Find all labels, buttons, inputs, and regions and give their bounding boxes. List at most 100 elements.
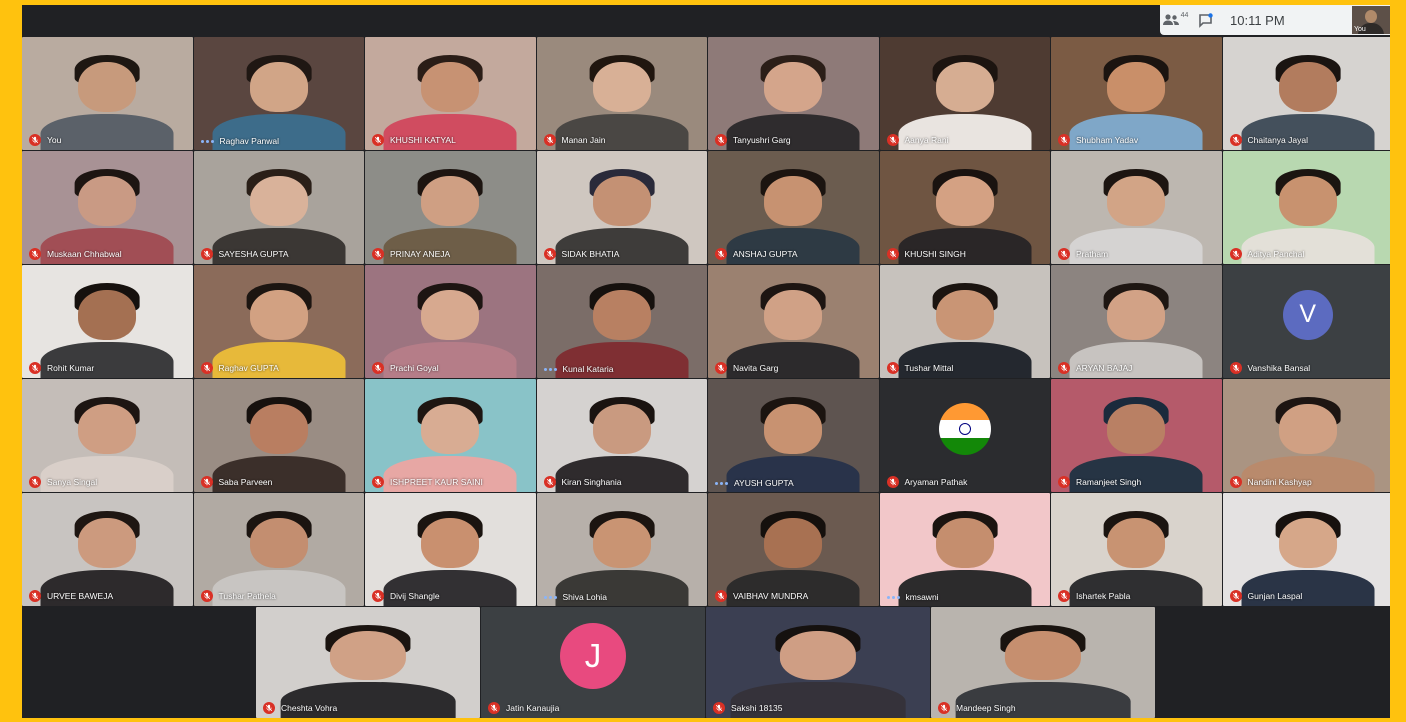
mic-off-icon — [715, 248, 727, 260]
participant-tile[interactable]: VAIBHAV MUNDRA — [708, 493, 879, 606]
mic-off-icon — [1058, 362, 1070, 374]
mic-off-icon — [938, 702, 950, 714]
participant-name: Nandini Kashyap — [1247, 477, 1312, 487]
mic-off-icon — [200, 476, 213, 488]
participant-tile[interactable]: Raghav GUPTA — [193, 265, 364, 378]
audio-level-icon — [543, 595, 557, 599]
participant-tile[interactable]: PRINAY ANEJA — [365, 151, 536, 264]
participant-name-row: Aditya Panchal — [1229, 248, 1305, 260]
participant-tile[interactable]: Nandini Kashyap — [1222, 379, 1390, 492]
participant-tile[interactable]: Aryaman Pathak — [879, 379, 1050, 492]
mic-off-icon — [1058, 248, 1070, 260]
participant-name: Vanshika Bansal — [1247, 363, 1311, 373]
mic-off-icon — [488, 702, 500, 714]
participant-tile[interactable]: Divij Shangle — [365, 493, 536, 606]
participant-name: KHUSHI KATYAL — [390, 135, 456, 145]
mic-off-icon — [29, 590, 41, 602]
participant-name: Manan Jain — [561, 135, 606, 145]
participant-tile[interactable]: ANSHAJ GUPTA — [708, 151, 879, 264]
participant-tile[interactable]: URVEE BAWEJA — [22, 493, 193, 606]
participant-tile[interactable]: Tanyushri Garg — [708, 37, 879, 150]
participant-tile[interactable]: Kunal Kataria — [536, 265, 707, 378]
participant-tile[interactable]: KHUSHI KATYAL — [365, 37, 536, 150]
participant-tile[interactable]: Ramanjeet Singh — [1051, 379, 1222, 492]
participant-name-row: AYUSH GUPTA — [715, 478, 794, 488]
mic-off-icon — [1229, 134, 1242, 146]
participants-button[interactable]: 44 — [1160, 5, 1190, 35]
participant-name-row: Ramanjeet Singh — [1058, 476, 1141, 488]
participant-name: Sakshi 18135 — [731, 703, 783, 713]
participant-name-row: Mandeep Singh — [938, 702, 1016, 714]
participant-name: Gunjan Laspal — [1247, 591, 1303, 601]
mic-off-icon — [372, 134, 384, 146]
participant-tile[interactable]: ARYAN BAJAJ — [1051, 265, 1222, 378]
mic-off-icon — [1058, 476, 1070, 488]
participant-tile[interactable]: You — [22, 37, 193, 150]
participant-tile[interactable]: Mandeep Singh — [931, 607, 1155, 718]
participant-tile[interactable]: Gunjan Laspal — [1222, 493, 1390, 606]
participant-tile[interactable]: Aanya Rani — [879, 37, 1050, 150]
participant-name: ANSHAJ GUPTA — [733, 249, 798, 259]
mic-off-icon — [29, 248, 41, 260]
participant-name: Tanyushri Garg — [733, 135, 791, 145]
participant-tile[interactable]: Aditya Panchal — [1222, 151, 1390, 264]
participant-name: Cheshta Vohra — [281, 703, 338, 713]
participant-name-row: Shiva Lohia — [543, 592, 607, 602]
participant-name: kmsawni — [905, 592, 939, 602]
mic-off-icon — [543, 134, 556, 146]
self-view-label: You — [1354, 26, 1366, 33]
participant-name-row: Tushar Pathela — [200, 590, 276, 602]
participant-name-row: Raghav GUPTA — [200, 362, 279, 374]
participant-tile[interactable]: J Jatin Kanaujia — [481, 607, 705, 718]
participant-name-row: Kunal Kataria — [543, 364, 614, 374]
participant-tile[interactable]: ISHPREET KAUR SAINI — [365, 379, 536, 492]
chat-icon — [1198, 12, 1213, 28]
participant-tile[interactable]: Prachi Goyal — [365, 265, 536, 378]
participant-tile[interactable]: Cheshta Vohra — [256, 607, 480, 718]
participant-name: Aditya Panchal — [1247, 249, 1305, 259]
participant-tile[interactable]: Shiva Lohia — [536, 493, 707, 606]
participant-tile[interactable]: Sanya Singal — [22, 379, 193, 492]
participant-name: Pratham — [1076, 249, 1109, 259]
mic-off-icon — [715, 134, 727, 146]
participant-name-row: ANSHAJ GUPTA — [715, 248, 798, 260]
mic-off-icon — [715, 590, 727, 602]
participant-tile[interactable]: Chaitanya Jayal — [1222, 37, 1390, 150]
participant-name-row: ISHPREET KAUR SAINI — [372, 476, 483, 488]
participant-name: VAIBHAV MUNDRA — [733, 591, 809, 601]
participant-tile[interactable]: Sakshi 18135 — [706, 607, 930, 718]
participant-name-row: Chaitanya Jayal — [1229, 134, 1308, 146]
participant-tile[interactable]: Kiran Singhania — [536, 379, 707, 492]
participant-tile[interactable]: Manan Jain — [536, 37, 707, 150]
participant-tile[interactable]: kmsawni — [879, 493, 1050, 606]
participant-tile[interactable]: Raghav Panwal — [193, 37, 364, 150]
participant-tile[interactable]: Shubham Yadav — [1051, 37, 1222, 150]
self-view-thumbnail[interactable]: You — [1352, 6, 1390, 34]
participant-tile[interactable]: SAYESHA GUPTA — [193, 151, 364, 264]
mic-off-icon — [543, 476, 556, 488]
mic-off-icon — [1229, 248, 1242, 260]
audio-level-icon — [886, 595, 900, 599]
participant-name-row: Muskaan Chhabwal — [29, 248, 122, 260]
mic-off-icon — [886, 248, 899, 260]
participant-tile[interactable]: Tushar Mittal — [879, 265, 1050, 378]
participant-tile[interactable]: Tushar Pathela — [193, 493, 364, 606]
participant-tile[interactable]: Saba Parveen — [193, 379, 364, 492]
participant-avatar: J — [560, 622, 626, 689]
participant-tile[interactable]: AYUSH GUPTA — [708, 379, 879, 492]
chat-button[interactable] — [1190, 5, 1220, 35]
participant-tile[interactable]: Muskaan Chhabwal — [22, 151, 193, 264]
participant-tile[interactable]: Pratham — [1051, 151, 1222, 264]
participant-name: ARYAN BAJAJ — [1076, 363, 1133, 373]
participant-name: Sanya Singal — [47, 477, 98, 487]
participant-name-row: You — [29, 134, 61, 146]
participant-tile[interactable]: Rohit Kumar — [22, 265, 193, 378]
participant-tile[interactable]: KHUSHI SINGH — [879, 151, 1050, 264]
mic-off-icon — [372, 590, 384, 602]
participant-name: Raghav Panwal — [219, 136, 280, 146]
participant-tile[interactable]: SIDAK BHATIA — [536, 151, 707, 264]
participant-tile[interactable]: Ishartek Pabla — [1051, 493, 1222, 606]
participant-tile[interactable]: V Vanshika Bansal — [1222, 265, 1390, 378]
participant-tile[interactable]: Navita Garg — [708, 265, 879, 378]
mic-off-icon — [886, 476, 899, 488]
